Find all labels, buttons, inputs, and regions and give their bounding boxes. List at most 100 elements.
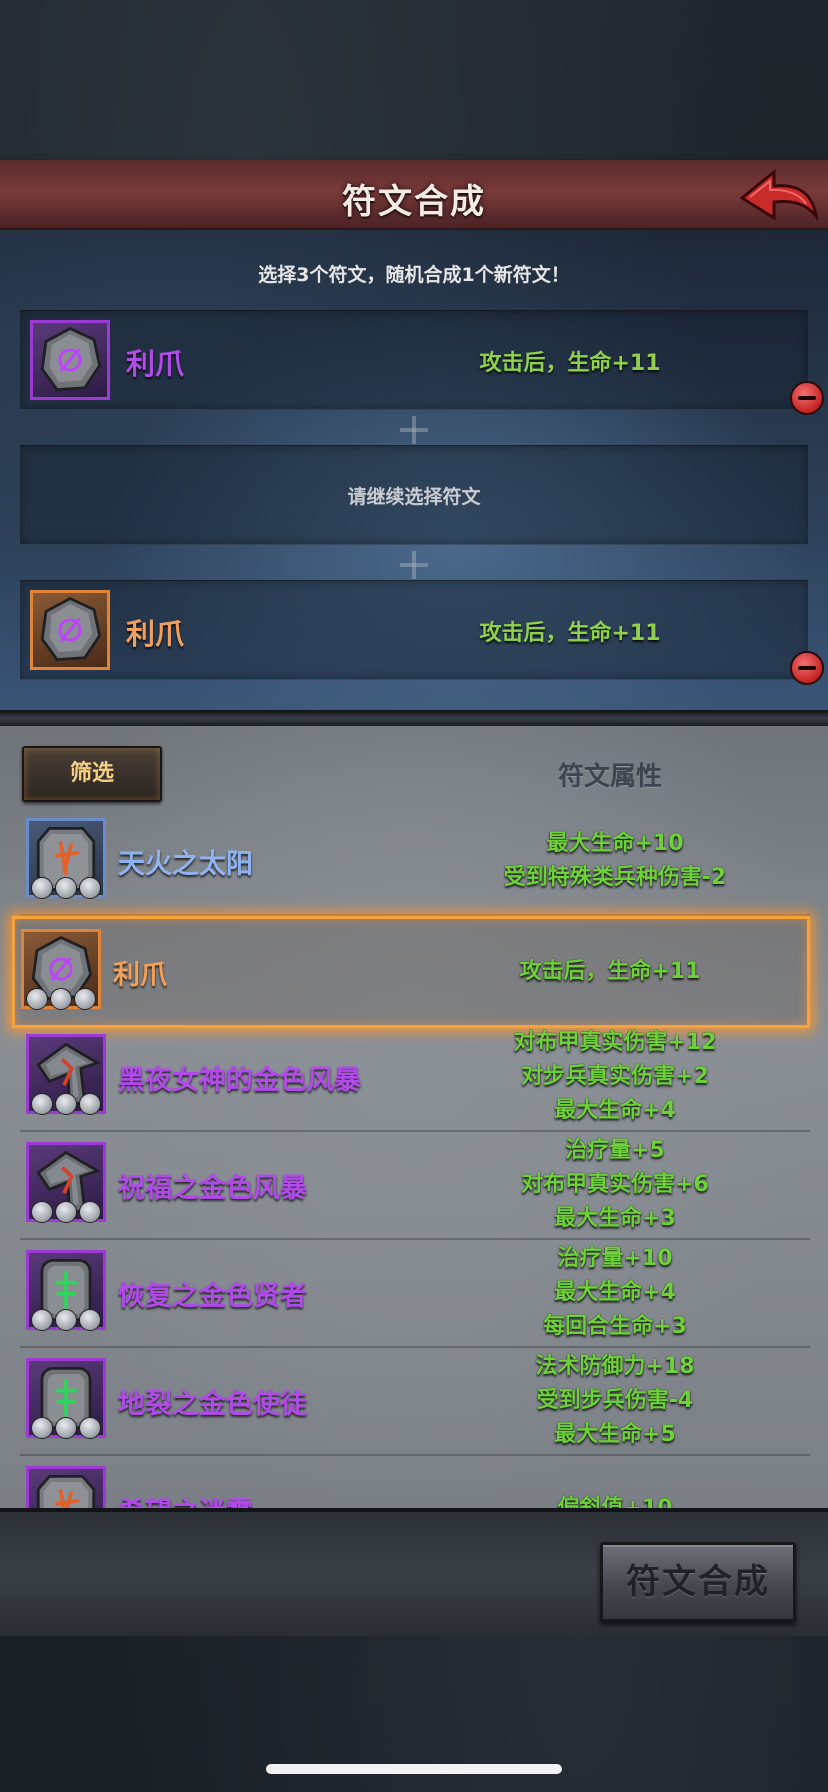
rune-icon-frame: [26, 818, 106, 899]
rune-attr-line: 偏斜值+10: [557, 1492, 672, 1508]
socket-icon: [31, 1417, 53, 1439]
rune-icon-frame: [26, 1358, 106, 1439]
rune-attr-line: 最大生命+4: [554, 1098, 676, 1123]
socket-icon: [79, 877, 101, 899]
rune-attrs: 最大生命+10 受到特殊类兵种伤害-2: [450, 808, 780, 914]
sun-rune-icon: [36, 1475, 96, 1508]
rune-attrs: 治疗量+10 最大生命+4 每回合生命+3: [450, 1240, 780, 1346]
selection-slot-2[interactable]: 请继续选择符文: [20, 445, 808, 545]
rune-icon-frame: [30, 590, 110, 670]
socket-icon: [26, 988, 48, 1010]
socket-icon: [55, 1093, 77, 1115]
bottom-bar: 符文合成: [0, 1508, 828, 1636]
rune-synthesis-screen: 符文合成 选择3个符文，随机合成1个新符文！ 利爪 攻击后，生命+11 请继续选…: [0, 0, 828, 1792]
rune-attr-line: 治疗量+5: [565, 1138, 665, 1163]
rune-attr-line: 最大生命+5: [554, 1422, 676, 1447]
empty-slot-placeholder: 请继续选择符文: [347, 486, 481, 508]
title-bar: 符文合成: [0, 160, 828, 236]
plus-icon: [400, 551, 428, 579]
rune-icon-frame: [30, 320, 110, 400]
claw-rune-icon: [40, 326, 102, 392]
rune-list-row[interactable]: 希望之迷雾偏斜值+10: [20, 1456, 810, 1508]
home-indicator: [266, 1764, 562, 1774]
rune-socket-icons: [26, 988, 96, 1010]
socket-icon: [79, 1093, 101, 1115]
back-button[interactable]: [736, 164, 820, 226]
rune-attrs: 法术防御力+18 受到步兵伤害-4 最大生命+5: [450, 1348, 780, 1454]
slot-rune-attr: 攻击后，生命+11: [479, 351, 661, 376]
rune-attr-line: 法术防御力+18: [535, 1354, 695, 1379]
socket-icon: [79, 1201, 101, 1223]
selection-slot-3[interactable]: 利爪 攻击后，生命+11: [20, 580, 824, 685]
socket-icon: [50, 988, 72, 1010]
rune-name: 祝福之金色风暴: [118, 1172, 307, 1204]
socket-icon: [31, 1201, 53, 1223]
socket-icon: [74, 988, 96, 1010]
rune-list-row[interactable]: 利爪 攻击后，生命+11: [12, 916, 810, 1028]
rune-icon-frame: [26, 1142, 106, 1223]
rune-name: 恢复之金色贤者: [118, 1280, 307, 1312]
rune-attrs: 偏斜值+10: [450, 1456, 780, 1508]
remove-icon[interactable]: [790, 651, 824, 685]
rune-socket-icons: [31, 1201, 101, 1223]
socket-icon: [79, 1309, 101, 1331]
rune-list-row[interactable]: 地裂之金色使徒 法术防御力+18 受到步兵伤害-4 最大生命+5: [20, 1348, 810, 1456]
claw-rune-icon: [40, 596, 102, 662]
rune-icon-frame: [26, 1034, 106, 1115]
rune-list-row[interactable]: 恢复之金色贤者 治疗量+10 最大生命+4 每回合生命+3: [20, 1240, 810, 1348]
rune-attrs: 治疗量+5 对布甲真实伤害+6 最大生命+3: [450, 1132, 780, 1238]
rune-attr-line: 对步兵真实伤害+2: [521, 1064, 709, 1089]
rune-socket-icons: [31, 1093, 101, 1115]
rune-list-row[interactable]: 祝福之金色风暴 治疗量+5 对布甲真实伤害+6 最大生命+3: [20, 1132, 810, 1240]
filter-button[interactable]: 筛选: [22, 746, 162, 802]
attr-column-header: 符文属性: [557, 762, 662, 792]
slot-rune-name: 利爪: [126, 617, 185, 651]
back-arrow-icon: [739, 168, 819, 222]
rune-attr-line: 受到特殊类兵种伤害-2: [503, 865, 727, 890]
slot-rune-attr: 攻击后，生命+11: [479, 621, 661, 646]
rune-socket-icons: [31, 1309, 101, 1331]
rune-icon-frame: [21, 929, 101, 1010]
rune-attr-line: 每回合生命+3: [543, 1314, 687, 1339]
slot-rune-name: 利爪: [126, 347, 185, 381]
rune-attr-line: 攻击后，生命+11: [519, 959, 701, 984]
rune-name: 利爪: [113, 959, 167, 991]
socket-icon: [55, 1201, 77, 1223]
rune-socket-icons: [31, 877, 101, 899]
compose-button[interactable]: 符文合成: [600, 1542, 796, 1622]
rune-list-panel: 筛选 符文属性 天火之太阳 最大生命+10 受到特殊类兵种伤害-2 利爪 攻击后，生命+…: [0, 726, 828, 1508]
rune-attr-line: 受到步兵伤害-4: [536, 1388, 694, 1413]
rune-attr-line: 对布甲真实伤害+6: [521, 1172, 709, 1197]
rune-name: 地裂之金色使徒: [118, 1388, 307, 1420]
rune-list-row[interactable]: 天火之太阳 最大生命+10 受到特殊类兵种伤害-2: [20, 808, 810, 916]
socket-icon: [55, 1309, 77, 1331]
rune-icon-frame: [26, 1466, 106, 1508]
rune-list-row[interactable]: 黑夜女神的金色风暴 对布甲真实伤害+12 对步兵真实伤害+2 最大生命+4: [20, 1024, 810, 1132]
plus-icon: [400, 416, 428, 444]
socket-icon: [55, 1417, 77, 1439]
rune-attr-line: 最大生命+10: [546, 831, 684, 856]
instruction-text: 选择3个符文，随机合成1个新符文！: [258, 264, 570, 286]
rune-socket-icons: [31, 1417, 101, 1439]
rune-attr-line: 对布甲真实伤害+12: [513, 1030, 717, 1055]
selection-slot-1[interactable]: 利爪 攻击后，生命+11: [20, 310, 824, 415]
rune-attrs: 对布甲真实伤害+12 对步兵真实伤害+2 最大生命+4: [450, 1024, 780, 1130]
rune-list[interactable]: 天火之太阳 最大生命+10 受到特殊类兵种伤害-2 利爪 攻击后，生命+11 黑夜女神的金…: [0, 808, 828, 1508]
page-title: 符文合成: [342, 182, 486, 222]
socket-icon: [31, 1093, 53, 1115]
socket-icon: [31, 1309, 53, 1331]
rune-attrs: 攻击后，生命+11: [445, 919, 775, 1025]
socket-icon: [31, 877, 53, 899]
rune-attr-line: 最大生命+3: [554, 1206, 676, 1231]
rune-name: 黑夜女神的金色风暴: [118, 1064, 361, 1096]
socket-icon: [79, 1417, 101, 1439]
rune-name: 希望之迷雾: [118, 1456, 253, 1509]
rune-attr-line: 最大生命+4: [554, 1280, 676, 1305]
rune-attr-line: 治疗量+10: [557, 1246, 673, 1271]
rune-icon-frame: [26, 1250, 106, 1331]
remove-icon[interactable]: [790, 381, 824, 415]
socket-icon: [55, 877, 77, 899]
rune-name: 天火之太阳: [118, 848, 253, 880]
selection-panel: 选择3个符文，随机合成1个新符文！ 利爪 攻击后，生命+11 请继续选择符文 利…: [0, 230, 828, 710]
panel-divider: [0, 710, 828, 726]
